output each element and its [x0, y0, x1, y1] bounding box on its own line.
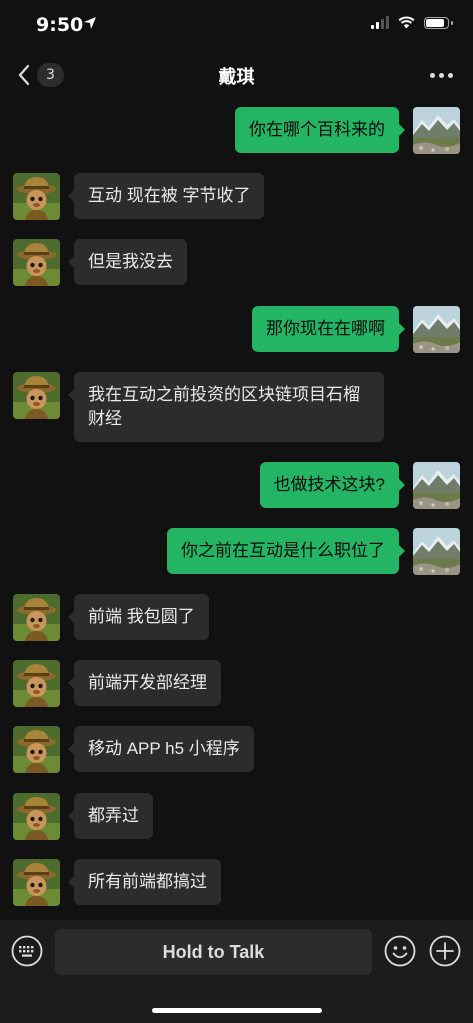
avatar[interactable]: [13, 859, 60, 906]
home-indicator: [152, 1008, 322, 1013]
hold-to-talk-button[interactable]: Hold to Talk: [55, 929, 372, 975]
input-bar: Hold to Talk: [0, 920, 473, 1023]
avatar[interactable]: [13, 660, 60, 707]
battery-icon: [424, 16, 453, 29]
message-list: 你在哪个百科来的 互动 现在被 字节收了 但是我没去 那你现在在哪啊 我在互动之…: [0, 102, 473, 920]
status-bar: 9:50: [0, 0, 473, 48]
avatar[interactable]: [413, 107, 460, 154]
message-bubble[interactable]: 那你现在在哪啊: [252, 306, 405, 352]
status-time: 9:50: [36, 14, 84, 36]
message-bubble[interactable]: 我在互动之前投资的区块链项目石榴财经: [68, 372, 384, 442]
avatar[interactable]: [13, 594, 60, 641]
avatar[interactable]: [413, 462, 460, 509]
chat-title: 戴琪: [218, 67, 255, 88]
message-bubble[interactable]: 所有前端都搞过: [68, 859, 221, 905]
message-bubble[interactable]: 互动 现在被 字节收了: [67, 173, 265, 219]
avatar[interactable]: [13, 239, 60, 286]
avatar[interactable]: [13, 372, 60, 419]
avatar[interactable]: [13, 726, 60, 773]
avatar[interactable]: [413, 306, 460, 353]
message-bubble[interactable]: 你之前在互动是什么职位了: [167, 528, 405, 574]
message-bubble[interactable]: 也做技术这块?: [259, 462, 406, 508]
message-bubble[interactable]: 前端 我包圆了: [68, 594, 209, 640]
wifi-icon: [398, 16, 415, 29]
avatar[interactable]: [413, 528, 460, 575]
chat-header: 3 戴琪: [0, 48, 473, 102]
location-arrow-icon: [84, 17, 96, 29]
keyboard-icon[interactable]: [11, 935, 43, 967]
message-bubble[interactable]: 移动 APP h5 小程序: [68, 726, 254, 772]
more-dots-icon[interactable]: [430, 73, 453, 78]
message-bubble[interactable]: 但是我没去: [68, 239, 187, 285]
avatar[interactable]: [13, 173, 60, 220]
message-bubble[interactable]: 都弄过: [68, 793, 153, 839]
emoji-icon[interactable]: [384, 935, 416, 967]
plus-icon[interactable]: [429, 935, 461, 967]
message-bubble[interactable]: 前端开发部经理: [68, 660, 221, 706]
avatar[interactable]: [13, 793, 60, 840]
message-bubble[interactable]: 你在哪个百科来的: [235, 107, 405, 153]
cellular-signal-icon: [371, 16, 389, 29]
